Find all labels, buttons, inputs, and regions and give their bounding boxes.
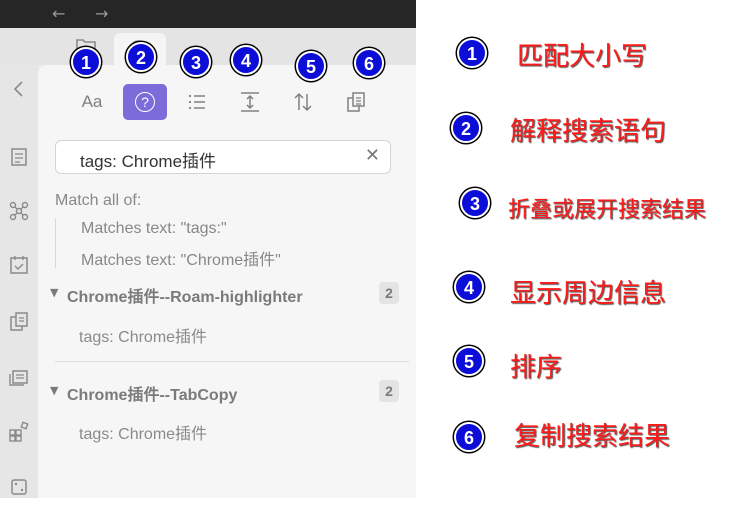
list-icon xyxy=(188,94,205,110)
legend-badge: 1 xyxy=(457,38,487,68)
explain-line: Matches text: "Chrome插件" xyxy=(81,252,281,269)
match-case-button[interactable]: Aa xyxy=(70,84,114,120)
clear-search-icon[interactable]: ✕ xyxy=(365,145,380,166)
random-note-icon[interactable] xyxy=(7,475,31,499)
search-query: tags: Chrome插件 xyxy=(80,152,217,171)
switcher-icon[interactable] xyxy=(7,145,31,169)
forward-arrow-icon[interactable]: → xyxy=(95,4,108,23)
result-group-header[interactable]: ▼ Chrome插件--Roam-highlighter 2 xyxy=(48,282,408,306)
explain-search-button[interactable]: ? xyxy=(123,84,167,120)
legend-text: 匹配大小写 xyxy=(517,42,648,72)
copy-icon xyxy=(347,92,365,112)
expand-vertical-icon xyxy=(241,92,259,112)
legend-badge: 4 xyxy=(454,272,484,302)
legend-text: 解释搜索语句 xyxy=(510,117,667,147)
result-match-line[interactable]: tags: Chrome插件 xyxy=(79,323,207,347)
legend-text: 折叠或展开搜索结果 xyxy=(508,198,707,223)
result-file-title: Chrome插件--Roam-highlighter xyxy=(67,289,303,306)
graph-view-icon[interactable] xyxy=(7,199,31,223)
show-context-button[interactable] xyxy=(228,84,272,120)
legend-badge: 6 xyxy=(454,422,484,452)
result-file-title: Chrome插件--TabCopy xyxy=(67,387,238,404)
legend-text: 复制搜索结果 xyxy=(514,422,671,452)
annotation-badge: 1 xyxy=(71,47,101,77)
search-input[interactable]: tags: Chrome插件 ✕ xyxy=(55,140,391,174)
legend-badge: 2 xyxy=(451,113,481,143)
annotation-badge: 3 xyxy=(181,47,211,77)
title-bar: ← → xyxy=(0,0,416,28)
legend-badge: 5 xyxy=(454,346,484,376)
annotation-badge: 4 xyxy=(231,45,261,75)
sort-arrows-icon xyxy=(294,92,312,112)
help-circle-icon: ? xyxy=(135,92,155,112)
left-ribbon xyxy=(0,65,38,498)
back-arrow-icon[interactable]: ← xyxy=(52,4,65,23)
collapse-triangle-icon: ▼ xyxy=(50,384,59,397)
copy-files-icon[interactable] xyxy=(7,310,31,334)
annotation-badge: 2 xyxy=(126,42,156,72)
explain-line: Matches text: "tags:" xyxy=(81,220,227,237)
sort-button[interactable] xyxy=(281,84,325,120)
legend-text: 排序 xyxy=(510,353,563,383)
plugins-grid-icon[interactable] xyxy=(7,420,31,444)
daily-note-icon[interactable] xyxy=(7,253,31,277)
collapse-results-button[interactable] xyxy=(175,84,219,120)
match-count-badge: 2 xyxy=(379,282,399,304)
slides-icon[interactable] xyxy=(7,365,31,389)
annotation-badge: 6 xyxy=(354,48,384,78)
legend-badge: 3 xyxy=(460,188,490,218)
explain-indent-line xyxy=(55,218,56,268)
match-case-label: Aa xyxy=(81,92,103,111)
copy-results-button[interactable] xyxy=(334,84,378,120)
legend-text: 显示周边信息 xyxy=(510,279,667,309)
annotation-badge: 5 xyxy=(296,51,326,81)
result-divider xyxy=(55,361,409,362)
match-count-badge: 2 xyxy=(379,380,399,402)
collapse-triangle-icon: ▼ xyxy=(50,286,59,299)
result-match-line[interactable]: tags: Chrome插件 xyxy=(79,420,207,444)
explain-heading: Match all of: xyxy=(55,192,142,209)
result-group-header[interactable]: ▼ Chrome插件--TabCopy 2 xyxy=(48,380,408,404)
collapse-sidebar-icon[interactable] xyxy=(7,77,31,101)
